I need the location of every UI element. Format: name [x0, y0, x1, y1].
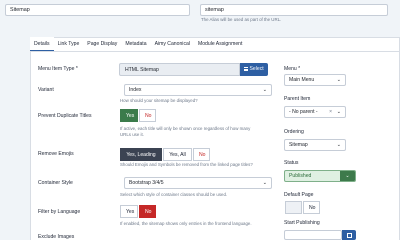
alias-note: The Alias will be used as part of the UR…	[201, 17, 282, 22]
menu-item-type-label: Menu Item Type *	[38, 66, 78, 72]
prevent-duplicate-hint-2: URLs use it.	[120, 132, 144, 137]
clear-icon[interactable]: ×	[329, 107, 332, 117]
prevent-duplicate-yes[interactable]: Yes	[120, 109, 138, 122]
status-select[interactable]: Published ⌄	[284, 170, 356, 182]
tab-bar: Details Link Type Page Display Metadata …	[30, 37, 246, 51]
default-page-toggle-yes[interactable]	[285, 201, 302, 214]
variant-label: Variant	[38, 87, 54, 93]
parent-item-select[interactable]: - No parent - × ⌄	[284, 106, 346, 118]
tab-module-assignment[interactable]: Module Assignment	[194, 37, 246, 51]
variant-hint: How should your sitemap be displayed?	[120, 98, 198, 103]
ordering-value: Sitemap	[289, 142, 308, 148]
list-icon	[244, 66, 248, 71]
calendar-button[interactable]	[342, 230, 356, 240]
status-label: Status	[284, 160, 299, 166]
ordering-select[interactable]: Sitemap ⌄	[284, 139, 346, 151]
tab-divider	[30, 51, 400, 52]
ordering-label: Ordering	[284, 129, 304, 135]
filter-language-hint: If enabled, the sitemap shows only entri…	[120, 221, 252, 226]
chevron-down-icon: ⌄	[262, 180, 267, 186]
chevron-down-icon: ⌄	[340, 171, 355, 181]
variant-value: Index	[129, 87, 142, 93]
start-publishing-label: Start Publishing	[284, 220, 320, 226]
status-value: Published	[289, 173, 312, 179]
parent-item-label: Parent Item	[284, 96, 311, 102]
menu-value: Main Menu	[289, 77, 315, 83]
alias-field[interactable]: sitemap	[200, 4, 388, 16]
title-field[interactable]: Sitemap	[5, 4, 190, 16]
tab-link-type[interactable]: Link Type	[54, 37, 84, 51]
exclude-images-label: Exclude Images	[38, 234, 75, 240]
prevent-duplicate-no[interactable]: No	[139, 109, 156, 122]
container-style-select[interactable]: Bootstrap 3/4/5 ⌄	[124, 177, 272, 189]
menu-select[interactable]: Main Menu ⌄	[284, 74, 346, 86]
filter-language-yes[interactable]: Yes	[120, 205, 138, 218]
tab-details[interactable]: Details	[30, 37, 54, 51]
menu-label: Menu *	[284, 66, 301, 72]
prevent-duplicate-hint-1: If active, each title will only be shown…	[120, 126, 251, 131]
filter-language-no[interactable]: No	[139, 205, 156, 218]
remove-emojis-hint: Should Emojis and Symbols be removed fro…	[120, 162, 253, 167]
remove-emojis-label: Remove Emojis	[38, 151, 74, 157]
chevron-down-icon: ⌄	[336, 109, 341, 115]
tab-page-display[interactable]: Page Display	[83, 37, 121, 51]
container-style-hint: Select which style of container classes …	[120, 192, 228, 197]
chevron-down-icon: ⌄	[336, 77, 341, 83]
remove-emojis-no[interactable]: No	[193, 148, 210, 161]
default-page-no[interactable]: No	[303, 201, 320, 214]
tab-aimy-canonical[interactable]: Aimy Canonical	[151, 37, 194, 51]
tab-metadata[interactable]: Metadata	[121, 37, 150, 51]
calendar-icon	[346, 232, 352, 238]
chevron-down-icon: ⌄	[262, 87, 267, 93]
variant-select[interactable]: Index ⌄	[124, 84, 272, 96]
container-style-value: Bootstrap 3/4/5	[129, 180, 164, 186]
menu-item-type-value: HTML Sitemap	[119, 63, 240, 76]
filter-language-label: Filter by Language	[38, 209, 81, 215]
remove-emojis-yes-all[interactable]: Yes, All	[163, 148, 192, 161]
start-publishing-input[interactable]	[284, 230, 342, 240]
remove-emojis-yes-leading[interactable]: Yes, Leading	[120, 148, 162, 161]
container-style-label: Container Style	[38, 180, 73, 186]
select-button-label: Select	[249, 66, 264, 72]
prevent-duplicate-label: Prevent Duplicate Titles	[38, 113, 92, 119]
chevron-down-icon: ⌄	[336, 142, 341, 148]
select-button[interactable]: Select	[240, 63, 268, 76]
parent-item-value: - No parent -	[289, 109, 318, 115]
default-page-label: Default Page	[284, 192, 314, 198]
